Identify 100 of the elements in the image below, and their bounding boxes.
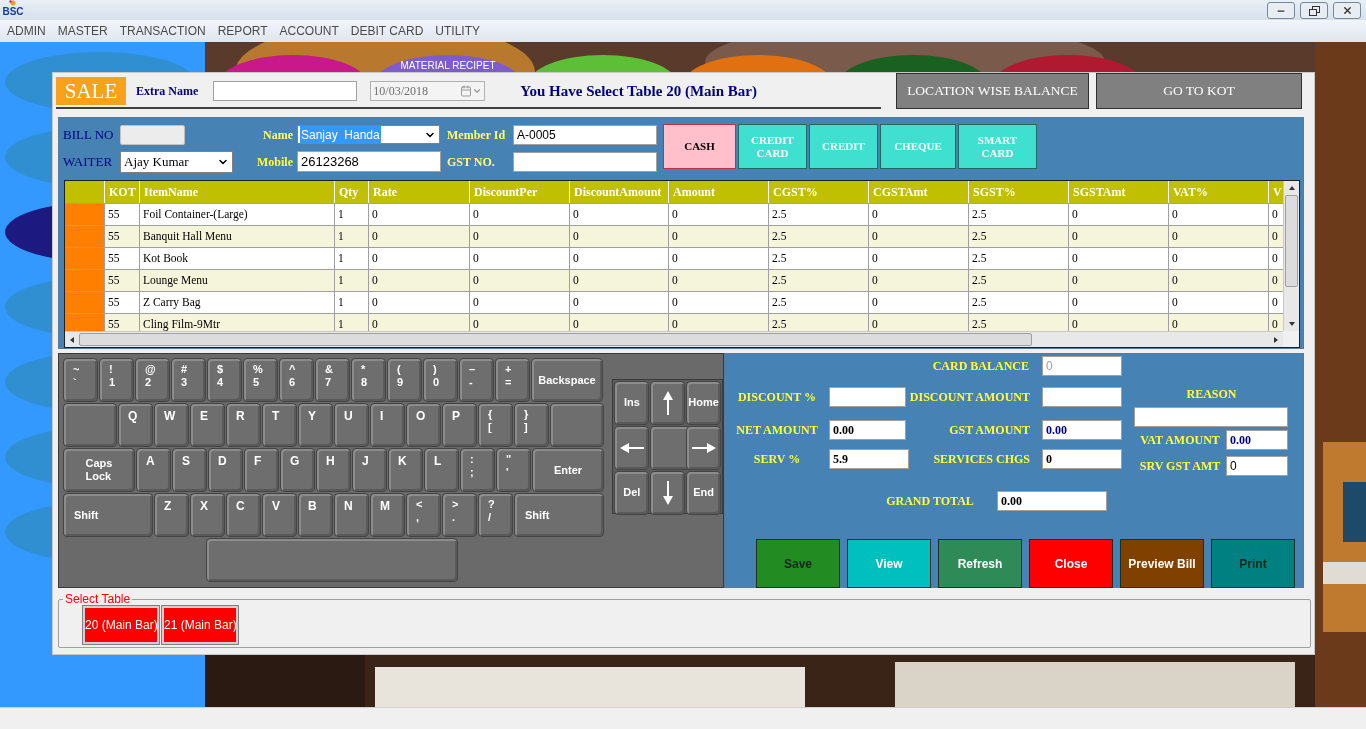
minimize-button[interactable] [1267, 2, 1295, 19]
keyboard-key[interactable]: A [136, 448, 171, 492]
keyboard-key[interactable]: > . [442, 493, 477, 537]
keyboard-key[interactable]: * 8 [351, 358, 386, 402]
close-button[interactable] [1333, 2, 1361, 19]
menu-item[interactable]: ACCOUNT [273, 22, 345, 40]
keyboard-key[interactable]: # 3 [171, 358, 206, 402]
keyboard-key[interactable]: I [370, 403, 405, 447]
card-balance-field[interactable]: 0 [1042, 356, 1122, 376]
row-header-cell[interactable] [65, 270, 105, 291]
gst-no-field[interactable] [513, 151, 657, 172]
payment-mode-tab[interactable]: CASH [663, 124, 736, 169]
keyboard-key[interactable]: Ins [614, 381, 650, 425]
keyboard-key[interactable]: F [244, 448, 279, 492]
menu-item[interactable]: TRANSACTION [113, 22, 212, 40]
keyboard-key[interactable]: S [172, 448, 207, 492]
grand-total-field[interactable]: 0.00 [997, 491, 1107, 511]
keyboard-key[interactable]: { [ [478, 403, 513, 447]
keyboard-key[interactable]: O [406, 403, 441, 447]
keyboard-key[interactable]: ? / [478, 493, 513, 537]
restore-button[interactable] [1300, 2, 1328, 19]
discount-amount-field[interactable] [1042, 387, 1122, 407]
keyboard-key[interactable]: ^ 6 [279, 358, 314, 402]
keyboard-key[interactable]: K [388, 448, 423, 492]
keyboard-key[interactable] [650, 381, 686, 425]
action-button[interactable]: Print [1211, 539, 1295, 588]
keyboard-key[interactable]: N [334, 493, 369, 537]
keyboard-key[interactable]: Z [154, 493, 189, 537]
table-button[interactable]: 20 (Main Bar) [83, 606, 159, 644]
keyboard-key[interactable]: Enter [532, 448, 604, 492]
keyboard-key[interactable]: : ; [460, 448, 495, 492]
keyboard-key[interactable]: Home [686, 381, 722, 425]
menu-item[interactable]: MASTER [51, 22, 114, 40]
keyboard-key[interactable]: ( 9 [387, 358, 422, 402]
keyboard-key[interactable]: X [190, 493, 225, 537]
keyboard-key[interactable]: V [262, 493, 297, 537]
keyboard-key[interactable]: Q [118, 403, 153, 447]
keyboard-key[interactable]: % 5 [243, 358, 278, 402]
menu-item[interactable]: ADMIN [1, 22, 52, 40]
keyboard-key[interactable]: W [154, 403, 189, 447]
keyboard-key[interactable]: $ 4 [207, 358, 242, 402]
vat-amount-field[interactable]: 0.00 [1226, 430, 1288, 450]
keyboard-key[interactable]: B [298, 493, 333, 537]
action-button[interactable]: Close [1029, 539, 1113, 588]
keyboard-key[interactable]: " ' [496, 448, 531, 492]
keyboard-key[interactable]: + = [495, 358, 530, 402]
keyboard-key[interactable]: M [370, 493, 405, 537]
keyboard-key[interactable]: G [280, 448, 315, 492]
mobile-field[interactable]: 26123268 [297, 151, 441, 172]
net-amount-field[interactable]: 0.00 [829, 420, 906, 440]
keyboard-key[interactable] [686, 426, 722, 470]
menu-item[interactable]: UTILITY [429, 22, 486, 40]
keyboard-key[interactable]: ~ ` [63, 358, 98, 402]
services-chgs-field[interactable]: 0 [1042, 449, 1122, 469]
row-header-cell[interactable] [65, 204, 105, 225]
action-button[interactable]: GO TO KOT [1096, 73, 1302, 109]
discount-percent-field[interactable] [829, 387, 906, 407]
keyboard-key[interactable]: Del [614, 471, 650, 515]
table-button[interactable]: 21 (Main Bar) [162, 606, 238, 644]
space-bar[interactable] [206, 538, 458, 582]
action-button[interactable]: LOCATION WISE BALANCE [896, 73, 1089, 109]
keyboard-key[interactable]: R [226, 403, 261, 447]
action-button[interactable]: Refresh [938, 539, 1022, 588]
keyboard-key[interactable] [614, 426, 650, 470]
row-header-cell[interactable] [65, 292, 105, 313]
keyboard-key[interactable]: – - [459, 358, 494, 402]
keyboard-key[interactable]: T [262, 403, 297, 447]
keyboard-key[interactable]: L [424, 448, 459, 492]
extra-name-field[interactable] [213, 81, 358, 101]
menu-item[interactable]: DEBIT CARD [344, 22, 430, 40]
horizontal-scrollbar[interactable] [65, 331, 1283, 347]
keyboard-key[interactable]: J [352, 448, 387, 492]
keyboard-key[interactable]: P [442, 403, 477, 447]
keyboard-key[interactable]: @ 2 [135, 358, 170, 402]
waiter-dropdown[interactable]: Ajay Kumar [120, 150, 233, 173]
keyboard-key[interactable]: } ] [514, 403, 549, 447]
keyboard-key[interactable]: ! 1 [99, 358, 134, 402]
keyboard-key[interactable] [650, 471, 686, 515]
row-header-cell[interactable] [65, 226, 105, 247]
keyboard-key[interactable]: C [226, 493, 261, 537]
gst-amount-field[interactable]: 0.00 [1042, 420, 1122, 440]
keyboard-key[interactable]: H [316, 448, 351, 492]
keyboard-key[interactable]: < , [406, 493, 441, 537]
keyboard-key[interactable]: Shift [514, 493, 604, 537]
keyboard-key[interactable]: End [686, 471, 722, 515]
action-button[interactable]: Preview Bill [1120, 539, 1204, 588]
keyboard-key[interactable]: Backspace [531, 358, 603, 402]
keyboard-key[interactable]: & 7 [315, 358, 350, 402]
keyboard-key[interactable]: ) 0 [423, 358, 458, 402]
row-header-cell[interactable] [65, 248, 105, 269]
name-dropdown[interactable]: Sanjay Handa [297, 125, 440, 144]
keyboard-key[interactable]: Y [298, 403, 333, 447]
keyboard-key[interactable]: Shift [63, 493, 153, 537]
action-button[interactable]: Save [756, 539, 840, 588]
menu-item[interactable]: REPORT [211, 22, 274, 40]
keyboard-key[interactable]: U [334, 403, 369, 447]
keyboard-key[interactable]: E [190, 403, 225, 447]
serv-percent-field[interactable]: 5.9 [829, 449, 909, 469]
vertical-scrollbar[interactable] [1283, 181, 1299, 331]
reason-field[interactable] [1134, 407, 1288, 427]
